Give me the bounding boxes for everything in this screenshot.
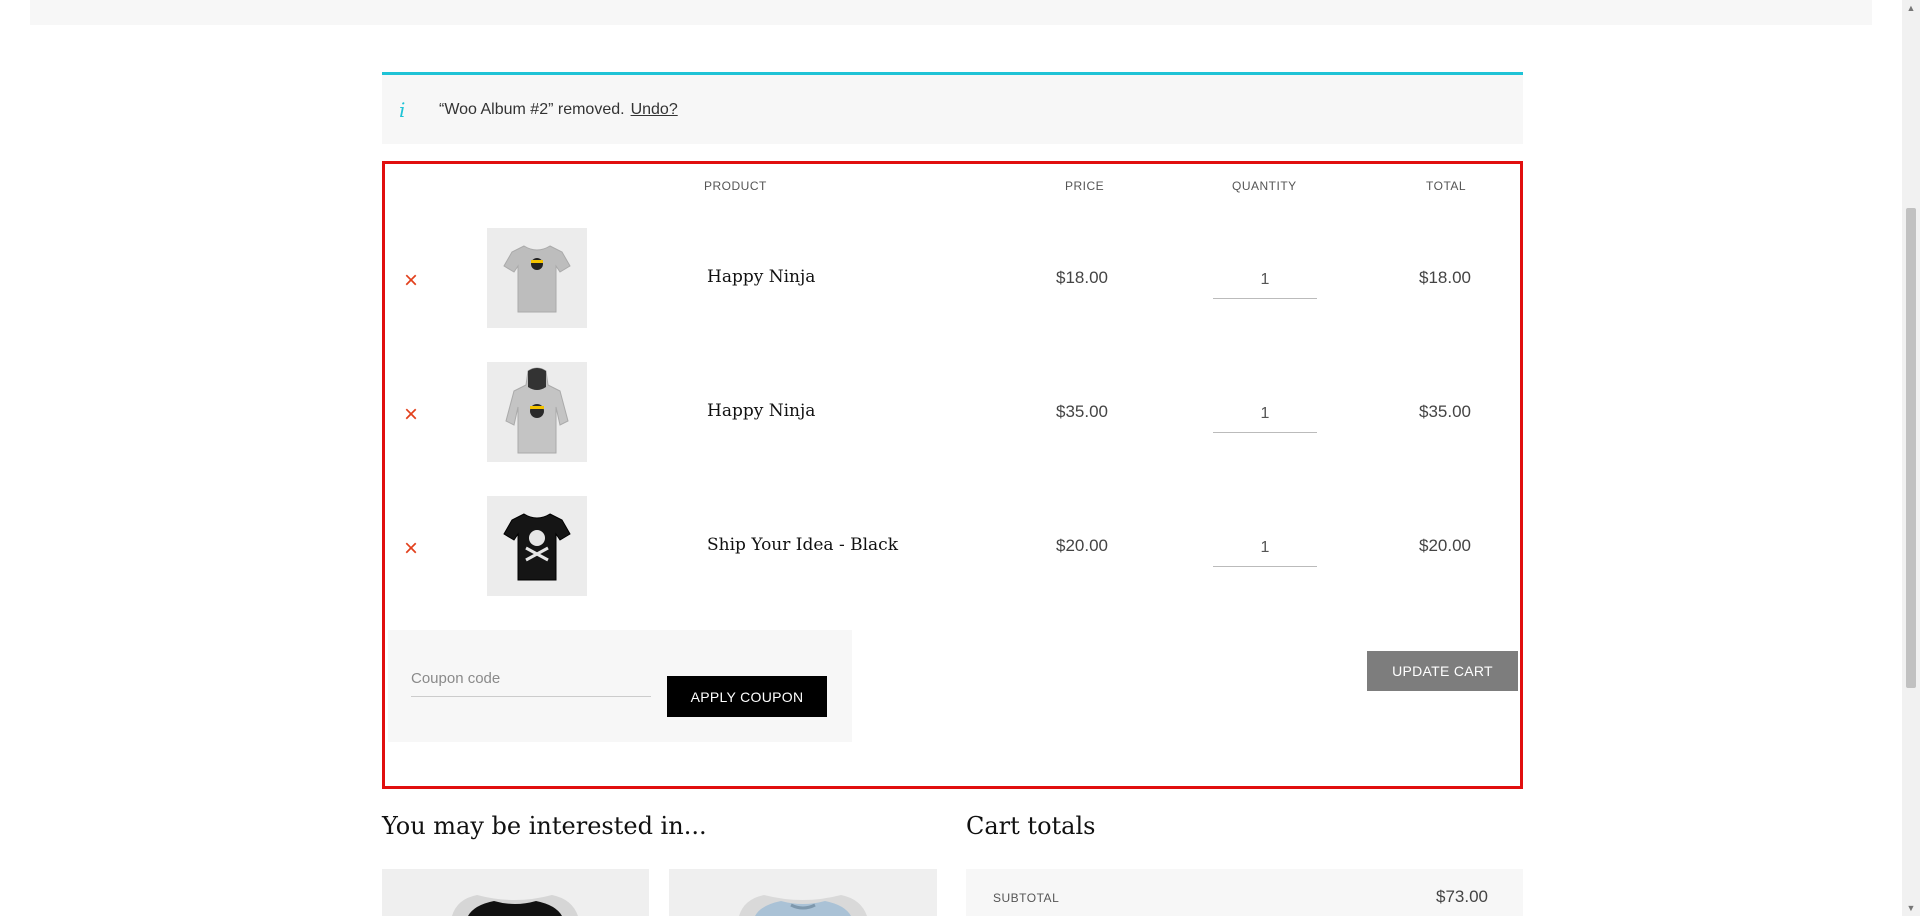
tshirt-black-icon xyxy=(452,895,578,916)
item-total: $18.00 xyxy=(1419,268,1471,287)
cart-totals-title: Cart totals xyxy=(966,812,1096,840)
header-strip xyxy=(30,0,1872,25)
quantity-input[interactable] xyxy=(1213,262,1317,299)
subtotal-value: $73.00 xyxy=(1436,887,1488,906)
quantity-input[interactable] xyxy=(1213,396,1317,433)
scroll-down-arrow-icon[interactable]: ▼ xyxy=(1904,902,1918,914)
product-name-link[interactable]: Happy Ninja xyxy=(707,401,815,421)
product-name-link[interactable]: Happy Ninja xyxy=(707,267,815,287)
header-product: PRODUCT xyxy=(704,179,767,193)
remove-item-button[interactable]: × xyxy=(402,269,420,293)
undo-link[interactable]: Undo? xyxy=(631,101,678,119)
subtotal-label: SUBTOTAL xyxy=(993,891,1060,905)
apply-coupon-button[interactable]: APPLY COUPON xyxy=(667,676,827,717)
item-total: $35.00 xyxy=(1419,402,1471,421)
product-thumbnail[interactable] xyxy=(487,496,587,596)
product-thumbnail[interactable] xyxy=(487,228,587,328)
remove-item-button[interactable]: × xyxy=(402,403,420,427)
header-total: TOTAL xyxy=(1426,179,1467,193)
scrollbar-thumb[interactable] xyxy=(1906,208,1916,688)
info-icon: i xyxy=(399,97,406,122)
item-price: $35.00 xyxy=(1056,402,1108,421)
quantity-input[interactable] xyxy=(1213,530,1317,567)
product-name-link[interactable]: Ship Your Idea - Black xyxy=(707,535,898,555)
header-price: PRICE xyxy=(1065,179,1105,193)
tshirt-grey-icon xyxy=(503,245,571,313)
notice-message: “Woo Album #2” removed. xyxy=(439,100,625,118)
scroll-up-arrow-icon[interactable]: ▲ xyxy=(1904,2,1918,14)
tshirt-black-icon xyxy=(503,513,571,581)
related-products-title: You may be interested in... xyxy=(382,812,707,840)
item-price: $20.00 xyxy=(1056,536,1108,555)
removed-notice: i “Woo Album #2” removed. Undo? xyxy=(382,72,1523,144)
tshirt-blue-icon xyxy=(739,895,867,916)
product-thumbnail[interactable] xyxy=(487,362,587,462)
coupon-code-input[interactable] xyxy=(411,660,651,697)
related-product-card[interactable] xyxy=(382,869,649,916)
hoodie-grey-icon xyxy=(505,367,569,454)
item-price: $18.00 xyxy=(1056,268,1108,287)
update-cart-button[interactable]: UPDATE CART xyxy=(1367,651,1518,691)
header-quantity: QUANTITY xyxy=(1232,179,1297,193)
related-product-card[interactable] xyxy=(669,869,937,916)
remove-item-button[interactable]: × xyxy=(402,537,420,561)
item-total: $20.00 xyxy=(1419,536,1471,555)
